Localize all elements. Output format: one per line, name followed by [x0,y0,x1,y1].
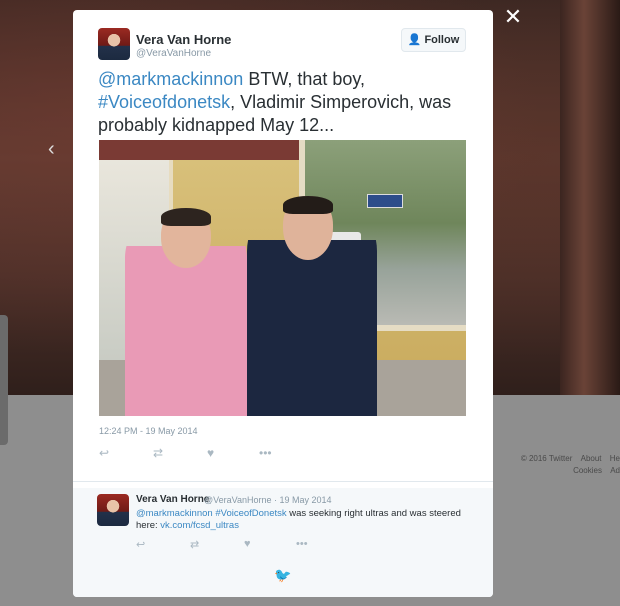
footer-cookies-link[interactable]: Cookies [573,466,602,475]
footer-ads-link[interactable]: Ad [610,466,620,475]
more-icon[interactable]: ••• [296,538,308,550]
background-book-spine [560,0,620,395]
reply-icon[interactable]: ↩ [136,538,145,551]
background-sidebar-edge [0,315,8,445]
photo-person-navy-shirt [247,196,377,416]
author-name[interactable]: Vera Van Horne [136,32,231,47]
page-footer: © 2016 Twitter About He Cookies Ad [510,445,620,485]
photo-street-sign [367,194,403,208]
tweet-timestamp[interactable]: 12:24 PM - 19 May 2014 [99,426,198,436]
footer-about-link[interactable]: About [581,454,602,463]
reply-mention-link[interactable]: @markmackinnon [136,508,213,519]
author-handle[interactable]: @VeraVanHorne [136,48,211,59]
reply-author-name[interactable]: Vera Van Horne [136,494,209,505]
retweet-icon[interactable]: ⇄ [190,538,199,551]
tweet-modal: Vera Van Horne @VeraVanHorne 👤 Follow @ma… [73,10,493,597]
tweet-text-part: BTW, that boy, [243,69,366,89]
hashtag-link[interactable]: #Voiceofdonetsk [98,92,230,112]
follow-label: Follow [424,34,460,46]
mention-link[interactable]: @markmackinnon [98,69,243,89]
reply-icon[interactable]: ↩ [99,446,109,460]
divider [73,481,493,482]
footer-help-link[interactable]: He [610,454,620,463]
like-icon[interactable]: ♥ [244,538,251,550]
twitter-bird-icon: 🐦 [274,567,292,583]
photo-hair [161,208,211,226]
previous-arrow-icon[interactable]: ‹ [48,138,55,161]
like-icon[interactable]: ♥ [207,446,214,460]
reply-tweet[interactable]: Vera Van Horne @VeraVanHorne · 19 May 20… [73,488,493,597]
retweet-icon[interactable]: ⇄ [153,446,163,460]
avatar[interactable] [98,28,130,60]
reply-hashtag-link[interactable]: #VoiceofDonetsk [215,508,286,519]
reply-avatar[interactable] [97,494,129,526]
follow-button[interactable]: 👤 Follow [401,28,466,52]
tweet-text: @markmackinnon BTW, that boy, #Voiceofdo… [98,68,468,137]
reply-meta: @VeraVanHorne · 19 May 2014 [204,495,332,505]
reply-text: @markmackinnon #VoiceofDonetsk was seeki… [136,508,461,532]
tweet-header: Vera Van Horne @VeraVanHorne 👤 Follow [98,28,468,64]
tweet-photo[interactable] [99,140,466,416]
photo-person-pink-shirt [125,208,247,416]
footer-copyright: © 2016 Twitter [520,454,573,463]
photo-hair [283,196,333,214]
reply-url-link[interactable]: vk.com/fcsd_ultras [160,520,239,531]
follow-person-icon: 👤 [407,34,422,46]
more-icon[interactable]: ••• [259,446,272,460]
close-button[interactable]: ✕ [503,6,523,28]
